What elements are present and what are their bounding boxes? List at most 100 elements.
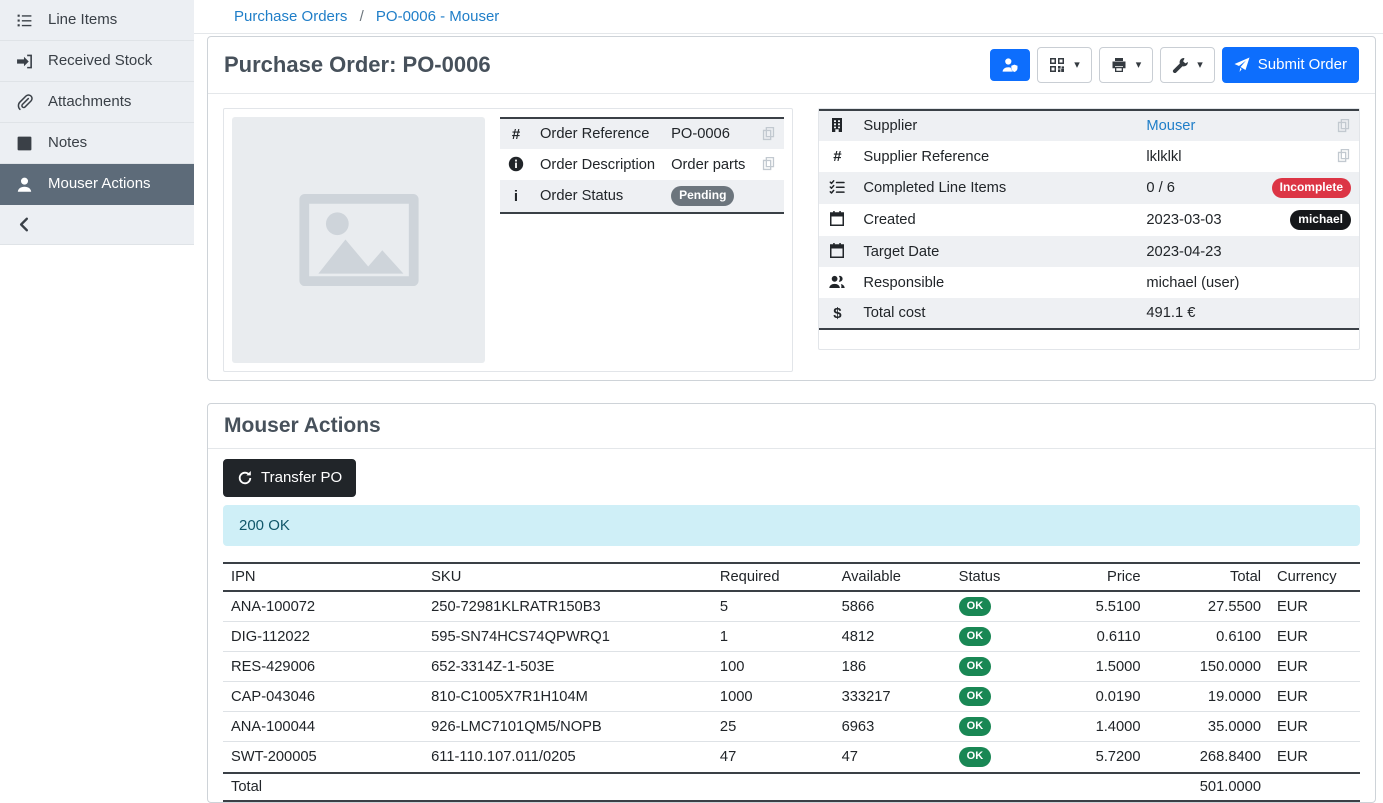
available-cell: 5866 <box>834 591 951 622</box>
supplier-details-table: Supplier Mouser # Supplier Reference lkl… <box>819 109 1359 330</box>
order-panel-body: # Order Reference PO-0006 Order Descript… <box>208 94 1375 380</box>
hash-icon: # <box>508 126 524 143</box>
ipn-cell: DIG-112022 <box>223 622 423 652</box>
sku-cell: 595-SN74HCS74QPWRQ1 <box>423 622 712 652</box>
copy-icon[interactable] <box>1336 149 1351 165</box>
chevron-down-icon: ▾ <box>1074 55 1080 75</box>
mouser-actions-header: Mouser Actions <box>208 404 1375 449</box>
copy-icon[interactable] <box>761 157 776 173</box>
col-header-required: Required <box>712 563 834 591</box>
table-row: DIG-112022 595-SN74HCS74QPWRQ1 1 4812 OK… <box>223 622 1360 652</box>
sku-cell: 652-3314Z-1-503E <box>423 652 712 682</box>
ipn-cell: RES-429006 <box>223 652 423 682</box>
status-badge-pending: Pending <box>671 186 734 206</box>
results-table: IPN SKU Required Available Status Price … <box>223 562 1360 802</box>
sidebar: Line Items Received Stock Attachments No… <box>0 0 194 245</box>
detail-row-created: Created 2023-03-03 michael <box>819 204 1359 236</box>
breadcrumb-link-purchase-orders[interactable]: Purchase Orders <box>234 8 347 25</box>
ok-badge: OK <box>959 747 992 766</box>
ipn-cell: CAP-043046 <box>223 682 423 712</box>
ipn-cell: ANA-100044 <box>223 712 423 742</box>
copy-icon[interactable] <box>1336 119 1351 135</box>
info-icon: i <box>508 188 524 205</box>
order-image-placeholder[interactable] <box>232 117 485 363</box>
sidebar-item-label: Line Items <box>48 10 117 30</box>
detail-row-completed-line-items: Completed Line Items 0 / 6 Incomplete <box>819 172 1359 204</box>
detail-value: 2023-03-03 <box>1138 204 1263 236</box>
required-cell: 47 <box>712 742 834 773</box>
transfer-po-button[interactable]: Transfer PO <box>223 459 356 497</box>
barcode-actions-button[interactable]: ▾ <box>1037 47 1092 83</box>
currency-cell: EUR <box>1269 622 1360 652</box>
calendar-icon <box>829 211 845 227</box>
price-cell: 1.5000 <box>1033 652 1149 682</box>
breadcrumb-link-current-order[interactable]: PO-0006 - Mouser <box>376 8 499 25</box>
detail-row-order-description: Order Description Order parts <box>500 149 784 180</box>
purchase-order-panel: Purchase Order: PO-0006 ▾ ▾ <box>207 36 1376 381</box>
user-roles-button[interactable] <box>990 49 1030 81</box>
available-cell: 47 <box>834 742 951 773</box>
paper-plane-icon <box>1234 57 1250 73</box>
supplier-details-box: Supplier Mouser # Supplier Reference lkl… <box>818 108 1360 350</box>
main-area: Purchase Orders / PO-0006 - Mouser Purch… <box>194 0 1383 794</box>
col-header-price: Price <box>1033 563 1149 591</box>
available-cell: 333217 <box>834 682 951 712</box>
wrench-icon <box>1172 57 1188 73</box>
list-icon <box>16 12 33 29</box>
detail-value: lklklkl <box>1138 141 1263 172</box>
ok-badge: OK <box>959 657 992 676</box>
detail-row-order-status: i Order Status Pending <box>500 180 784 213</box>
detail-label: Target Date <box>855 236 1138 267</box>
available-cell: 6963 <box>834 712 951 742</box>
submit-order-button[interactable]: Submit Order <box>1222 47 1359 83</box>
user-badge: michael <box>1290 210 1351 230</box>
sidebar-item-line-items[interactable]: Line Items <box>0 0 194 41</box>
sidebar-item-attachments[interactable]: Attachments <box>0 82 194 123</box>
detail-value: 0 / 6 <box>1138 172 1263 204</box>
sidebar-item-notes[interactable]: Notes <box>0 123 194 164</box>
chevron-down-icon: ▾ <box>1136 55 1142 75</box>
sidebar-item-label: Received Stock <box>48 51 152 71</box>
paperclip-icon <box>16 94 33 111</box>
sidebar-collapse-button[interactable] <box>0 205 194 244</box>
table-row: ANA-100072 250-72981KLRATR150B3 5 5866 O… <box>223 591 1360 622</box>
section-title: Mouser Actions <box>224 414 381 438</box>
total-cell: 35.0000 <box>1149 712 1270 742</box>
copy-icon[interactable] <box>761 127 776 143</box>
sidebar-item-label: Attachments <box>48 92 131 112</box>
sidebar-item-mouser-actions[interactable]: Mouser Actions <box>0 164 194 205</box>
supplier-link[interactable]: Mouser <box>1138 110 1263 141</box>
order-options-button[interactable]: ▾ <box>1160 47 1215 83</box>
detail-row-target-date: Target Date 2023-04-23 <box>819 236 1359 267</box>
detail-label: Created <box>855 204 1138 236</box>
results-header-row: IPN SKU Required Available Status Price … <box>223 563 1360 591</box>
detail-label: Order Description <box>532 149 663 180</box>
mouser-actions-panel: Mouser Actions Transfer PO 200 OK <box>207 403 1376 803</box>
col-header-sku: SKU <box>423 563 712 591</box>
printer-icon <box>1111 57 1127 73</box>
col-header-currency: Currency <box>1269 563 1360 591</box>
sidebar-item-label: Notes <box>48 133 87 153</box>
page-content: Purchase Order: PO-0006 ▾ ▾ <box>194 34 1383 803</box>
print-actions-button[interactable]: ▾ <box>1099 47 1154 83</box>
detail-row-total-cost: $ Total cost 491.1 € <box>819 298 1359 329</box>
sign-in-icon <box>16 53 33 70</box>
total-cell: 150.0000 <box>1149 652 1270 682</box>
available-cell: 186 <box>834 652 951 682</box>
detail-value: Order parts <box>663 149 753 180</box>
footer-total-label: Total <box>223 773 423 801</box>
ok-badge: OK <box>959 627 992 646</box>
detail-row-supplier-reference: # Supplier Reference lklklkl <box>819 141 1359 172</box>
price-cell: 1.4000 <box>1033 712 1149 742</box>
order-panel-header: Purchase Order: PO-0006 ▾ ▾ <box>208 37 1375 94</box>
price-cell: 0.6110 <box>1033 622 1149 652</box>
order-details-box: # Order Reference PO-0006 Order Descript… <box>223 108 793 372</box>
dollar-icon: $ <box>829 305 845 322</box>
required-cell: 100 <box>712 652 834 682</box>
sku-cell: 926-LMC7101QM5/NOPB <box>423 712 712 742</box>
chevron-down-icon: ▾ <box>1197 55 1203 75</box>
info-circle-icon <box>508 156 524 172</box>
detail-row-order-reference: # Order Reference PO-0006 <box>500 118 784 149</box>
sidebar-item-received-stock[interactable]: Received Stock <box>0 41 194 82</box>
currency-cell: EUR <box>1269 742 1360 773</box>
